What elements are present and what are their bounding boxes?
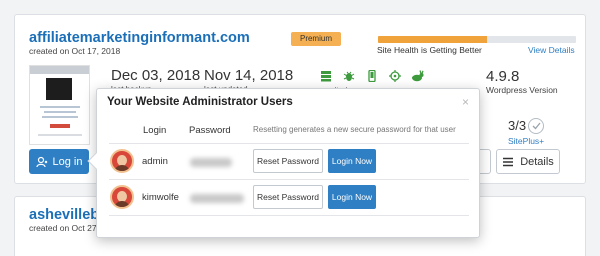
admin-users-modal: Your Website Administrator Users × Login… <box>87 88 480 238</box>
password-column-header: Password <box>189 125 231 136</box>
details-label: Details <box>520 155 554 168</box>
rabbit-icon[interactable] <box>411 69 424 82</box>
site-domain-link[interactable]: affiliatemarketinginformant.com <box>29 30 250 46</box>
login-now-button[interactable]: Login Now <box>328 149 376 173</box>
menu-icon <box>503 157 514 166</box>
site-created-date: created on Oct 27, <box>29 223 99 233</box>
site-health-fill <box>378 36 487 43</box>
close-icon[interactable]: × <box>462 95 469 109</box>
site-health-bar <box>378 36 576 43</box>
reset-password-button[interactable]: Reset Password <box>253 149 323 173</box>
login-now-button[interactable]: Login Now <box>328 185 376 209</box>
last-backup-date: Dec 03, 2018 <box>111 67 201 84</box>
site-thumbnail[interactable] <box>29 65 90 145</box>
target-icon[interactable] <box>388 69 401 82</box>
avatar <box>110 149 134 173</box>
user-icon <box>35 156 47 167</box>
password-masked <box>190 158 232 167</box>
reset-hint: Resetting generates a new secure passwor… <box>253 125 456 134</box>
user-login: admin <box>142 156 168 167</box>
view-details-link[interactable]: View Details <box>528 45 575 55</box>
avatar <box>110 185 134 209</box>
login-column-header: Login <box>143 125 167 136</box>
siteplus-count: 3/3 <box>508 118 527 133</box>
site-health-text: Site Health is Getting Better <box>377 45 482 55</box>
wordpress-version: 4.9.8 <box>486 68 520 85</box>
password-masked <box>190 194 244 203</box>
wordpress-version-label: Wordpress Version <box>486 85 558 95</box>
monitoring-icons <box>319 69 424 82</box>
last-updated-date: Nov 14, 2018 <box>204 67 294 84</box>
server-icon[interactable] <box>319 69 332 82</box>
siteplus-link[interactable]: SitePlus+ <box>508 136 544 146</box>
mobile-icon[interactable] <box>365 69 378 82</box>
premium-badge: Premium <box>291 32 341 46</box>
divider <box>109 179 469 180</box>
details-button[interactable]: Details <box>496 149 560 174</box>
log-in-button[interactable]: Log in <box>29 149 89 174</box>
modal-title: Your Website Administrator Users <box>107 96 293 108</box>
site-created-date: created on Oct 17, 2018 <box>29 46 121 56</box>
log-in-label: Log in <box>52 155 83 168</box>
user-login: kimwolfe <box>142 192 179 203</box>
bug-icon[interactable] <box>342 69 355 82</box>
reset-password-button[interactable]: Reset Password <box>253 185 323 209</box>
divider <box>109 215 469 216</box>
check-icon <box>528 118 544 134</box>
divider <box>109 143 469 144</box>
